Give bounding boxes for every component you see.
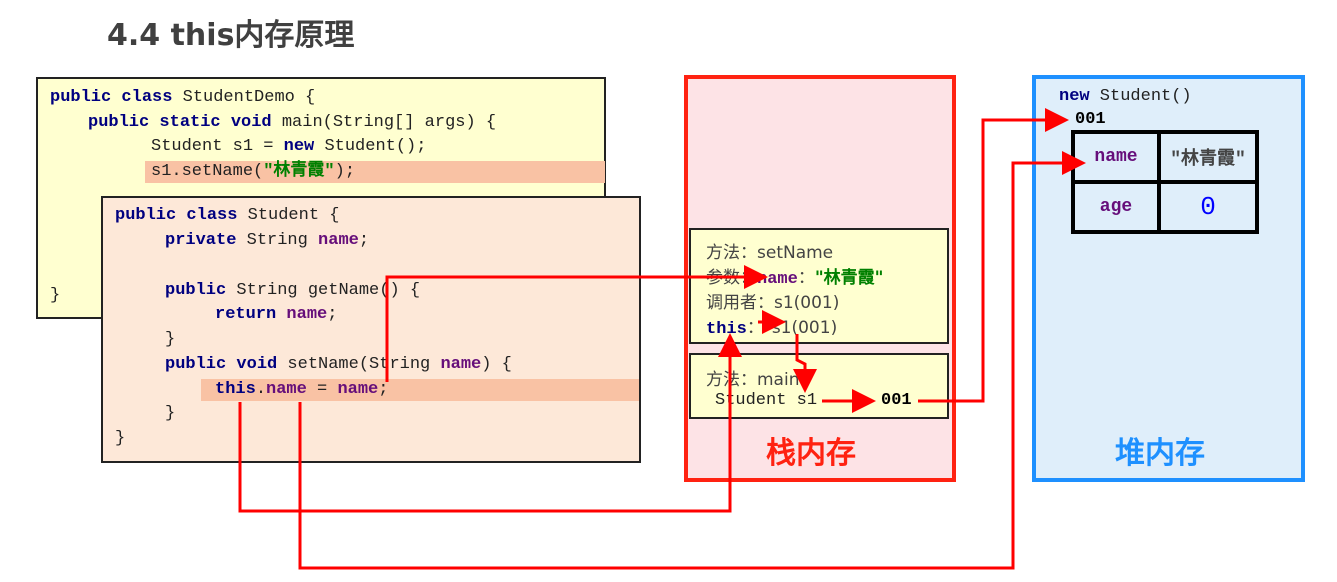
arrow-s1-to-main [793,334,817,393]
arrow-param-name [385,265,768,382]
arrows-layer [238,108,1086,570]
arrow-this [238,333,742,513]
arrow-field-name [298,151,1086,570]
